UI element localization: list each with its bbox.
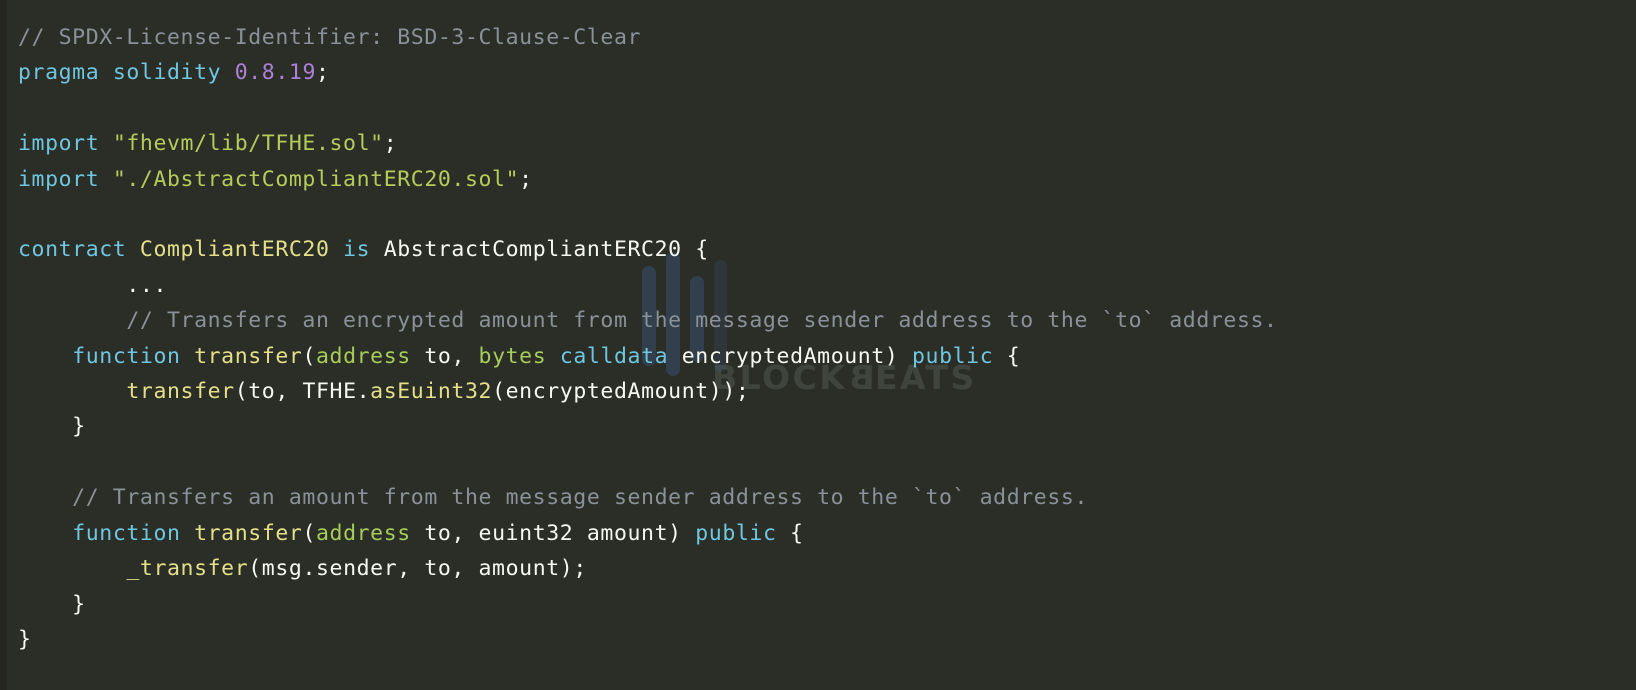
code-token: to, xyxy=(410,343,479,369)
code-token: encryptedAmount) xyxy=(668,343,912,369)
code-token: ( xyxy=(302,520,316,546)
code-line: pragma solidity 0.8.19; xyxy=(18,55,1636,90)
code-token: ... xyxy=(18,272,167,298)
code-token: bytes xyxy=(478,343,547,369)
code-token: public xyxy=(695,520,777,546)
code-line: import "./AbstractCompliantERC20.sol"; xyxy=(18,162,1636,197)
code-token: import xyxy=(18,166,100,192)
code-line: import "fhevm/lib/TFHE.sol"; xyxy=(18,126,1636,161)
code-snippet-screenshot: BLOCKBEATS // SPDX-License-Identifier: B… xyxy=(0,0,1636,690)
code-token: } xyxy=(18,591,86,617)
code-token: "fhevm/lib/TFHE.sol" xyxy=(112,131,384,157)
code-token: ( xyxy=(302,343,316,369)
code-token: is xyxy=(343,237,371,263)
code-line: contract CompliantERC20 is AbstractCompl… xyxy=(18,232,1636,267)
code-token: address xyxy=(316,520,411,546)
code-line: _transfer(msg.sender, to, amount); xyxy=(18,551,1636,586)
code-token: address xyxy=(316,343,411,369)
code-token: contract xyxy=(18,237,127,263)
code-token: AbstractCompliantERC20 { xyxy=(370,237,709,263)
code-token: } xyxy=(18,414,86,440)
code-token: (encryptedAmount)); xyxy=(492,379,750,405)
code-line: } xyxy=(18,409,1636,444)
code-token: asEuint32 xyxy=(370,379,493,405)
code-token: solidity xyxy=(112,60,222,86)
code-line: } xyxy=(18,587,1636,622)
code-token: } xyxy=(18,626,32,652)
code-line: // SPDX-License-Identifier: BSD-3-Clause… xyxy=(18,20,1636,55)
code-token: { xyxy=(993,343,1021,369)
code-line: } xyxy=(18,622,1636,657)
code-token: // Transfers an encrypted amount from th… xyxy=(18,308,1278,334)
code-token: pragma xyxy=(18,60,100,86)
code-token: function xyxy=(72,520,181,546)
code-line: // Transfers an encrypted amount from th… xyxy=(18,303,1636,338)
code-token: _transfer xyxy=(126,556,249,582)
code-token: transfer xyxy=(126,379,235,405)
code-line: function transfer(address to, euint32 am… xyxy=(18,516,1636,551)
code-line: function transfer(address to, bytes call… xyxy=(18,339,1636,374)
code-token: // Transfers an amount from the message … xyxy=(18,485,1088,511)
code-token: calldata xyxy=(559,343,669,369)
code-token: "./AbstractCompliantERC20.sol" xyxy=(112,166,520,192)
code-token: (to, TFHE. xyxy=(234,379,371,405)
code-token: ; xyxy=(315,60,330,86)
code-line: transfer(to, TFHE.asEuint32(encryptedAmo… xyxy=(18,374,1636,409)
code-token: 0.8.19 xyxy=(234,60,316,86)
code-token: public xyxy=(911,343,994,369)
code-token: ; xyxy=(519,166,533,192)
code-line: ... xyxy=(18,268,1636,303)
code-line: // Transfers an amount from the message … xyxy=(18,480,1636,515)
code-token: { xyxy=(776,520,804,546)
code-token: // SPDX-License-Identifier: BSD-3-Clause… xyxy=(18,25,642,50)
code-token: function xyxy=(72,343,181,369)
code-token: transfer xyxy=(194,343,303,369)
solidity-code-block[interactable]: // SPDX-License-Identifier: BSD-3-Clause… xyxy=(0,0,1636,657)
code-token: to, euint32 amount) xyxy=(410,520,696,546)
code-token: ; xyxy=(383,131,398,157)
left-edge-strip xyxy=(0,0,7,690)
code-token: CompliantERC20 xyxy=(139,237,330,263)
code-token: (msg.sender, to, amount); xyxy=(248,556,587,582)
code-token: transfer xyxy=(194,520,303,546)
code-token: import xyxy=(18,131,100,157)
